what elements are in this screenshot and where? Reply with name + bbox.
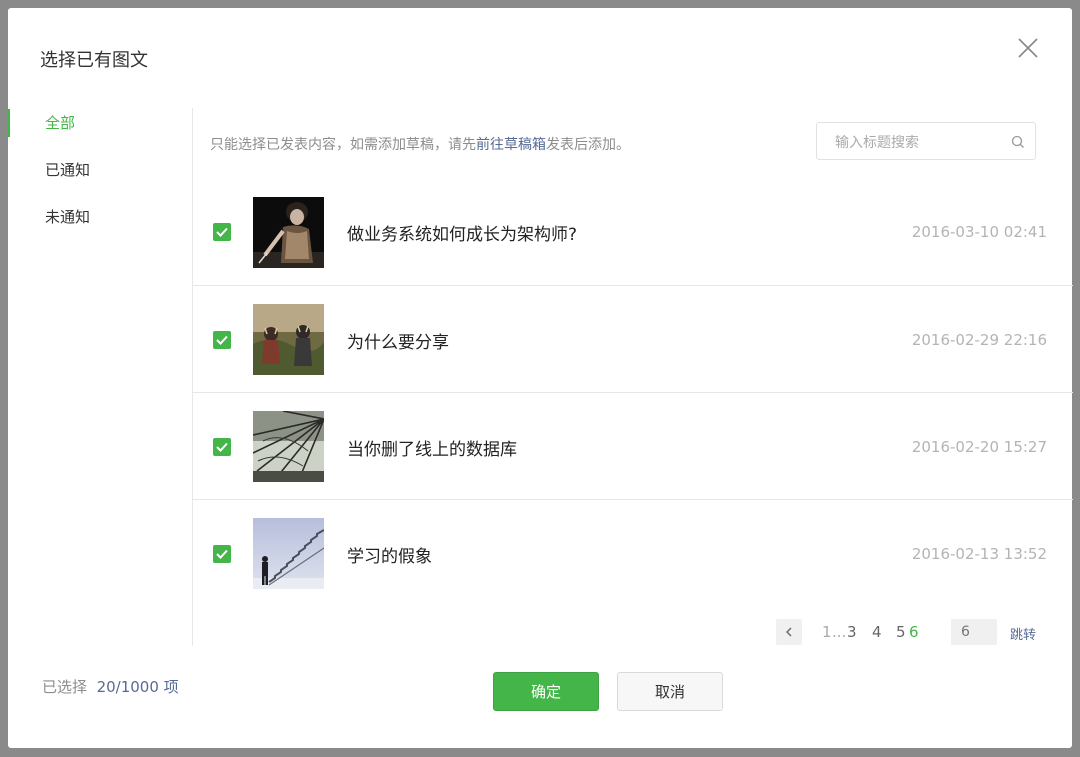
selected-count-value: 20/1000 <box>96 678 159 696</box>
article-date: 2016-02-20 15:27 <box>911 438 1047 456</box>
page-link-1[interactable]: 1 <box>822 623 832 641</box>
article-thumbnail <box>252 410 325 483</box>
article-thumbnail <box>253 304 324 375</box>
sidebar-item-notified[interactable]: 已通知 <box>8 156 188 184</box>
article-thumbnail <box>253 518 325 589</box>
article-date: 2016-02-13 13:52 <box>911 545 1047 563</box>
dialog-title: 选择已有图文 <box>40 50 148 71</box>
search-input[interactable] <box>833 132 1007 154</box>
article-row[interactable]: 学习的假象 2016-02-13 13:52 <box>193 500 1073 607</box>
page-link-6-current[interactable]: 6 <box>909 623 919 641</box>
prev-page-button[interactable] <box>776 619 802 645</box>
article-row[interactable]: 为什么要分享 2016-02-29 22:16 <box>193 286 1073 393</box>
article-title[interactable]: 做业务系统如何成长为架构师? <box>347 220 577 245</box>
article-title[interactable]: 学习的假象 <box>347 542 432 567</box>
article-date: 2016-03-10 02:41 <box>911 223 1047 241</box>
sidebar-item-all[interactable]: 全部 <box>8 109 188 137</box>
search-box <box>816 122 1036 160</box>
page-link-4[interactable]: 4 <box>872 623 882 641</box>
sidebar: 全部 已通知 未通知 <box>8 108 193 646</box>
article-row[interactable]: 做业务系统如何成长为架构师? 2016-03-10 02:41 <box>193 179 1073 286</box>
close-icon[interactable] <box>1016 36 1040 60</box>
page-jump-button[interactable]: 跳转 <box>1010 624 1036 643</box>
article-checkbox[interactable] <box>213 438 231 456</box>
article-title[interactable]: 当你删了线上的数据库 <box>347 435 517 460</box>
search-icon[interactable] <box>1011 134 1025 148</box>
article-thumbnail <box>253 197 324 268</box>
selected-count: 已选择 20/1000 项 <box>42 676 179 697</box>
page-jump-input[interactable] <box>951 619 997 645</box>
confirm-button[interactable]: 确定 <box>493 672 599 711</box>
chevron-left-icon <box>786 627 792 637</box>
page-link-3[interactable]: 3 <box>847 623 857 641</box>
cancel-button[interactable]: 取消 <box>617 672 723 711</box>
article-checkbox[interactable] <box>213 331 231 349</box>
article-date: 2016-02-29 22:16 <box>911 331 1047 349</box>
tip-text: 只能选择已发表内容，如需添加草稿，请先前往草稿箱发表后添加。 <box>210 134 630 154</box>
tip-text-before: 只能选择已发表内容，如需添加草稿，请先 <box>210 137 476 153</box>
selected-count-suffix: 项 <box>163 678 179 696</box>
article-title[interactable]: 为什么要分享 <box>347 328 449 353</box>
page-link-5[interactable]: 5 <box>896 623 906 641</box>
article-checkbox[interactable] <box>213 223 231 241</box>
select-article-dialog: 选择已有图文 全部 已通知 未通知 只能选择已发表内容，如需添加草稿，请先前往草… <box>8 8 1073 748</box>
tip-text-after: 发表后添加。 <box>546 137 630 153</box>
drafts-link[interactable]: 前往草稿箱 <box>476 137 546 153</box>
selected-count-prefix: 已选择 <box>42 678 88 696</box>
article-row[interactable]: 当你删了线上的数据库 2016-02-20 15:27 <box>193 393 1073 500</box>
page-ellipsis: ... <box>832 623 847 641</box>
sidebar-item-not-notified[interactable]: 未通知 <box>8 203 188 231</box>
article-checkbox[interactable] <box>213 545 231 563</box>
